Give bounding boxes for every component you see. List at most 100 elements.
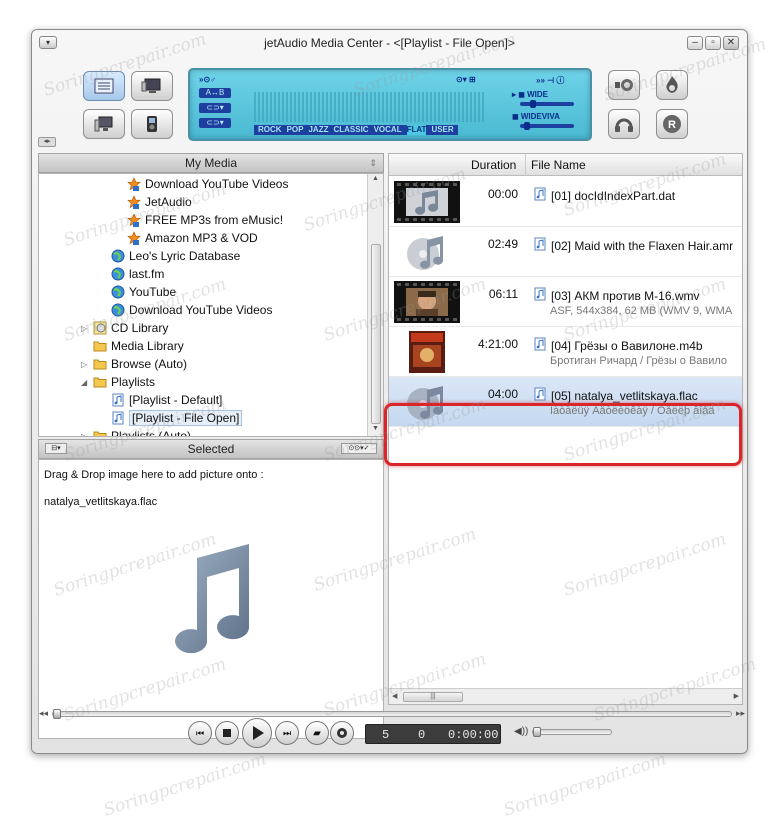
collapse-toggle[interactable]: ◂▸ [38, 137, 56, 147]
tree-item[interactable]: ▷ CD Library [81, 319, 168, 337]
device-mode-button[interactable] [131, 109, 173, 139]
volume-knob[interactable] [533, 727, 541, 737]
close-button[interactable]: ✕ [723, 36, 739, 50]
tree-item[interactable]: YouTube [111, 283, 176, 301]
shuffle-button[interactable]: ⊂⊃▾ [199, 118, 231, 128]
fire-button[interactable] [656, 70, 688, 100]
playlist-hscrollbar[interactable]: ◀ ||| ▶ [389, 688, 742, 704]
title-bar[interactable]: ▾ jetAudio Media Center - <[Playlist - F… [32, 30, 747, 56]
wideviva-slider-knob[interactable] [524, 122, 530, 130]
expand-arrow-icon[interactable]: ◢ [81, 378, 87, 387]
open-button[interactable]: ▰ [305, 721, 329, 745]
play-button[interactable] [242, 718, 272, 748]
tree-item[interactable]: JetAudio [127, 193, 192, 211]
repeat-icon[interactable]: »⊙♂ [199, 75, 216, 84]
eq-controls-icon[interactable]: ⊙▾ ⊞ [456, 75, 476, 84]
tree-item[interactable]: Amazon MP3 & VOD [127, 229, 258, 247]
tree-item-label: JetAudio [145, 195, 192, 209]
playlist-hscroll-thumb[interactable]: ||| [403, 692, 463, 702]
playlist-row[interactable]: 06:11 [03] АКМ против М-16.wmv ASF, 544x38… [389, 277, 742, 327]
scroll-left-arrow[interactable]: ◀ [392, 692, 397, 700]
previous-button[interactable]: ⏮ [188, 721, 212, 745]
column-divider[interactable] [525, 154, 526, 176]
tree-item-label: Playlists [111, 375, 156, 389]
next-button[interactable]: ⏭ [275, 721, 299, 745]
playback-counter: 5 0 0:00:00 [365, 724, 501, 744]
eq-preset-pop[interactable]: POP [287, 125, 304, 135]
audio-file-icon [534, 287, 547, 304]
scroll-down-arrow[interactable]: ▼ [372, 425, 379, 432]
tree-scrollbar[interactable]: ▲ ▼ [367, 174, 383, 436]
tree-item[interactable]: ▷ Playlists (Auto) [81, 427, 191, 436]
track-thumbnail [393, 330, 461, 374]
tree-item[interactable]: Download YouTube Videos [127, 175, 288, 193]
filename-column-header[interactable]: File Name [531, 158, 586, 172]
sort-icon[interactable]: ⇕ [369, 154, 377, 172]
tree-item[interactable]: ▷ Browse (Auto) [81, 355, 187, 373]
selected-panel[interactable]: Drag & Drop image here to add picture on… [38, 459, 384, 739]
tree-scroll-thumb[interactable] [371, 244, 381, 424]
pc-mode-button[interactable] [83, 109, 125, 139]
eq-preset-rock[interactable]: ROCK [258, 125, 282, 135]
playlist-row[interactable]: 4:21:00 [04] Грёзы о Вавилоне.m4b Бротиган… [389, 327, 742, 377]
playlist-row[interactable]: 00:00 [01] docIdIndexPart.dat [389, 177, 742, 227]
r-button[interactable]: R [656, 109, 688, 139]
maximize-button[interactable]: ▫ [705, 36, 721, 50]
duration-column-header[interactable]: Duration [471, 158, 516, 172]
equalizer-bars[interactable] [254, 92, 486, 122]
wide-slider[interactable] [520, 100, 574, 108]
tree-item[interactable]: Media Library [93, 337, 184, 355]
selected-view-toggle[interactable]: ⊟▾ [45, 443, 67, 454]
eq-preset-classic[interactable]: CLASSIC [333, 125, 368, 135]
scroll-right-arrow[interactable]: ▶ [734, 692, 739, 700]
stop-button[interactable] [215, 721, 239, 745]
volume-slider[interactable] [532, 727, 612, 737]
tree-item[interactable]: Leo's Lyric Database [111, 247, 240, 265]
disc-icon [337, 728, 347, 738]
seek-knob[interactable] [53, 709, 61, 719]
selected-header[interactable]: ⊟▾ Selected ⊙⊙▾✓ [38, 439, 384, 459]
seek-forward-icon[interactable]: ▸▸ [736, 708, 745, 719]
tree-item[interactable]: last.fm [111, 265, 164, 283]
selected-file-name: natalya_vetlitskaya.flac [44, 496, 158, 508]
tree-item[interactable]: Download YouTube Videos [111, 301, 272, 319]
lcd-display: »⊙♂ A↔B ⊂⊃▾ ⊂⊃▾ ROCK POP JAZZ CLASSIC VOCAL F… [188, 68, 592, 141]
effects-icon[interactable]: »» ⊣ ⓘ [536, 75, 564, 86]
cd-button[interactable] [330, 721, 354, 745]
record-button[interactable] [608, 70, 640, 100]
expand-arrow-icon[interactable]: ▷ [81, 432, 87, 437]
headphone-icon [615, 118, 633, 132]
volume-icon[interactable]: ◀)) [514, 726, 528, 737]
scroll-up-arrow[interactable]: ▲ [372, 175, 379, 182]
wide-effect[interactable]: ▸ ◼ WIDE [512, 90, 548, 99]
playlist-row[interactable]: 02:49 [02] Maid with the Flaxen Hair.amr [389, 227, 742, 277]
track-duration: 00:00 [487, 187, 518, 201]
ab-repeat-button[interactable]: A↔B [199, 88, 231, 98]
playlist-icon [111, 411, 125, 425]
tree-item[interactable]: [Playlist - Default] [111, 391, 222, 409]
radio-button[interactable] [608, 109, 640, 139]
minimize-button[interactable]: – [687, 36, 703, 50]
tree-item[interactable]: ◢ Playlists [81, 373, 156, 391]
playlist-icon [111, 393, 125, 407]
seek-bar[interactable] [52, 709, 732, 719]
expand-arrow-icon[interactable]: ▷ [81, 324, 87, 333]
eq-preset-user[interactable]: USER [431, 125, 453, 135]
track-filename-text: [05] natalya_vetlitskaya.flac [551, 388, 698, 403]
wideviva-slider[interactable] [520, 122, 574, 130]
video-mode-button[interactable] [131, 71, 173, 101]
view-mode-button[interactable] [83, 71, 125, 101]
eq-preset-flat[interactable]: FLAT [406, 125, 427, 135]
eq-preset-vocal[interactable]: VOCAL [374, 125, 402, 135]
tree-item[interactable]: [Playlist - File Open] [111, 409, 243, 427]
wide-slider-knob[interactable] [530, 100, 536, 108]
tree-item[interactable]: FREE MP3s from eMusic! [127, 211, 283, 229]
my-media-header[interactable]: My Media ⇕ [38, 153, 384, 173]
seek-back-icon[interactable]: ◂◂ [39, 708, 48, 719]
loop-button[interactable]: ⊂⊃▾ [199, 103, 231, 113]
selected-options[interactable]: ⊙⊙▾✓ [341, 443, 377, 454]
expand-arrow-icon[interactable]: ▷ [81, 360, 87, 369]
wideviva-effect[interactable]: ◼ WIDEVIVA [512, 112, 560, 121]
eq-preset-jazz[interactable]: JAZZ [308, 125, 328, 135]
play-icon [253, 726, 264, 740]
